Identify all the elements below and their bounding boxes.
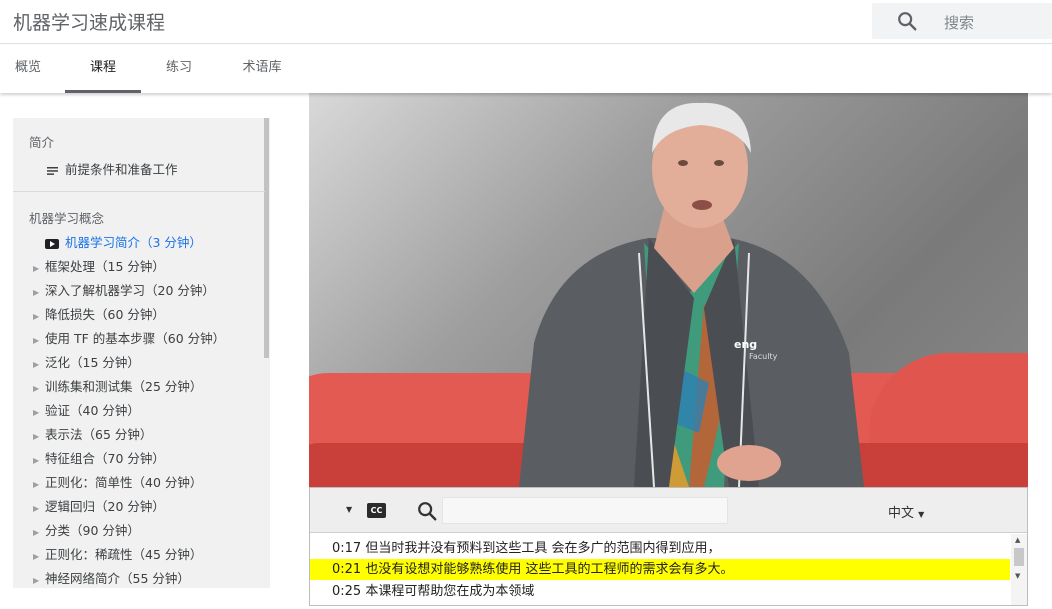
sidebar-item-label: 训练集和测试集（25 分钟） [45,379,203,394]
transcript-time: 0:25 [332,584,362,599]
scroll-down-icon[interactable]: ▼ [1015,572,1020,580]
caret-down-icon: ▼ [918,510,925,519]
transcript-text: 也没有设想对能够熟练使用 这些工具的工程师的需求会有多大。 [365,562,734,577]
transcript-text: 本课程可帮助您在成为本领域 [365,584,535,599]
concepts-section-title: 机器学习概念 [29,211,105,226]
app-header: 机器学习速成课程 搜索 [0,0,1052,44]
sidebar-item-label: 降低损失（60 分钟） [45,307,165,322]
transcript-text: 但当时我并没有预料到这些工具 会在多广的范围内得到应用， [365,541,721,556]
sidebar-item-logistic-regression[interactable]: ▶ 逻辑回归（20 分钟） [33,496,165,515]
sidebar-item-label: 使用 TF 的基本步骤（60 分钟） [45,331,226,346]
sidebar-item-train-test[interactable]: ▶ 训练集和测试集（25 分钟） [33,376,202,395]
transcript-line[interactable]: 0:17 但当时我并没有预料到这些工具 会在多广的范围内得到应用， [310,538,1010,559]
app-title[interactable]: 机器学习速成课程 [13,8,165,35]
sidebar-item-label: 泛化（15 分钟） [45,355,140,370]
sidebar-item-classification[interactable]: ▶ 分类（90 分钟） [33,520,140,539]
sidebar-item-label: 正则化：简单性（40 分钟） [45,475,203,490]
sidebar-item-label: 前提条件和准备工作 [65,162,178,177]
sidebar-item-label: 深入了解机器学习（20 分钟） [45,283,215,298]
video-play-icon [45,238,59,249]
caret-down-icon[interactable]: ▼ [346,505,352,514]
sidebar-item-feature-crosses[interactable]: ▶ 特征组合（70 分钟） [33,448,165,467]
sidebar-item-label: 验证（40 分钟） [45,403,140,418]
expand-arrow-icon: ▶ [33,528,40,537]
sidebar-scrollbar[interactable] [264,118,269,358]
tab-overview[interactable]: 概览 [0,45,56,93]
sidebar-item-descending[interactable]: ▶ 深入了解机器学习（20 分钟） [33,280,215,299]
expand-arrow-icon: ▶ [33,264,40,273]
search-icon[interactable] [416,500,438,522]
language-select[interactable]: 中文 ▼ [888,502,924,521]
sidebar-item-label: 分类（90 分钟） [45,523,140,538]
presenter-figure [519,102,864,487]
search-icon[interactable] [896,10,918,32]
transcript-scrollbar[interactable]: ▲ ▼ [1011,534,1027,605]
expand-arrow-icon: ▶ [33,456,40,465]
expand-arrow-icon: ▶ [33,312,40,321]
sidebar-item-framing[interactable]: ▶ 框架处理（15 分钟） [33,256,165,275]
sidebar-item-first-steps-tf[interactable]: ▶ 使用 TF 的基本步骤（60 分钟） [33,328,225,347]
sidebar-item-neural-networks[interactable]: ▶ 神经网络简介（55 分钟） [33,568,190,587]
video-player[interactable]: eng Faculty [309,93,1028,487]
sidebar-divider [13,191,265,192]
shirt-faculty-text: Faculty [749,352,778,361]
sidebar-item-label: 机器学习简介（3 分钟） [65,235,202,250]
scroll-up-icon[interactable]: ▲ [1015,536,1020,544]
document-icon [47,166,58,175]
expand-arrow-icon: ▶ [33,360,40,369]
sidebar-item-regularization-simplicity[interactable]: ▶ 正则化：简单性（40 分钟） [33,472,202,491]
sidebar-item-reducing-loss[interactable]: ▶ 降低损失（60 分钟） [33,304,165,323]
transcript-line-active[interactable]: 0:21 也没有设想对能够熟练使用 这些工具的工程师的需求会有多大。 [310,559,1010,580]
tab-glossary[interactable]: 术语库 [230,45,294,93]
expand-arrow-icon: ▶ [33,480,40,489]
transcript-toolbar: ▼ CC 中文 ▼ [310,488,1027,533]
sidebar-item-generalization[interactable]: ▶ 泛化（15 分钟） [33,352,140,371]
sidebar-item-label: 逻辑回归（20 分钟） [45,499,165,514]
tab-course[interactable]: 课程 [65,45,141,93]
transcript-panel: ▼ CC 中文 ▼ 0:17 但当时我并没有预料到这些工具 会在多广的范围内得到… [309,487,1028,606]
language-label: 中文 [888,506,915,521]
expand-arrow-icon: ▶ [33,408,40,417]
search-input[interactable]: 搜索 [944,12,974,33]
sidebar-item-label: 正则化：稀疏性（45 分钟） [45,547,203,562]
transcript-time: 0:21 [332,562,362,577]
tab-practice[interactable]: 练习 [150,45,208,93]
expand-arrow-icon: ▶ [33,336,40,345]
sidebar-item-label: 神经网络简介（55 分钟） [45,571,190,586]
sidebar-item-label: 框架处理（15 分钟） [45,259,165,274]
expand-arrow-icon: ▶ [33,384,40,393]
shirt-brand-text: eng [734,338,758,351]
course-sidebar: 简介 前提条件和准备工作 机器学习概念 机器学习简介（3 分钟） ▶ 框架处理（1… [13,118,270,588]
closed-captions-icon[interactable]: CC [367,503,386,518]
sidebar-item-prerequisites[interactable]: 前提条件和准备工作 [47,159,178,178]
expand-arrow-icon: ▶ [33,432,40,441]
tab-bar: 概览 课程 练习 术语库 [0,45,1052,93]
sidebar-item-intro-ml[interactable]: 机器学习简介（3 分钟） [45,232,202,251]
sidebar-item-regularization-sparsity[interactable]: ▶ 正则化：稀疏性（45 分钟） [33,544,202,563]
transcript-search-input[interactable] [442,497,728,524]
sidebar-item-label: 特征组合（70 分钟） [45,451,165,466]
sidebar-item-label: 表示法（65 分钟） [45,427,153,442]
transcript-lines: 0:17 但当时我并没有预料到这些工具 会在多广的范围内得到应用， 0:21 也… [310,534,1010,604]
sidebar-item-validation[interactable]: ▶ 验证（40 分钟） [33,400,140,419]
transcript-line[interactable]: 0:25 本课程可帮助您在成为本领域 [310,581,1010,602]
scroll-thumb[interactable] [1014,548,1024,566]
expand-arrow-icon: ▶ [33,552,40,561]
expand-arrow-icon: ▶ [33,576,40,585]
expand-arrow-icon: ▶ [33,288,40,297]
search-box[interactable]: 搜索 [872,3,1052,39]
intro-section-title: 简介 [29,135,55,150]
expand-arrow-icon: ▶ [33,504,40,513]
transcript-time: 0:17 [332,541,362,556]
sidebar-item-representation[interactable]: ▶ 表示法（65 分钟） [33,424,152,443]
